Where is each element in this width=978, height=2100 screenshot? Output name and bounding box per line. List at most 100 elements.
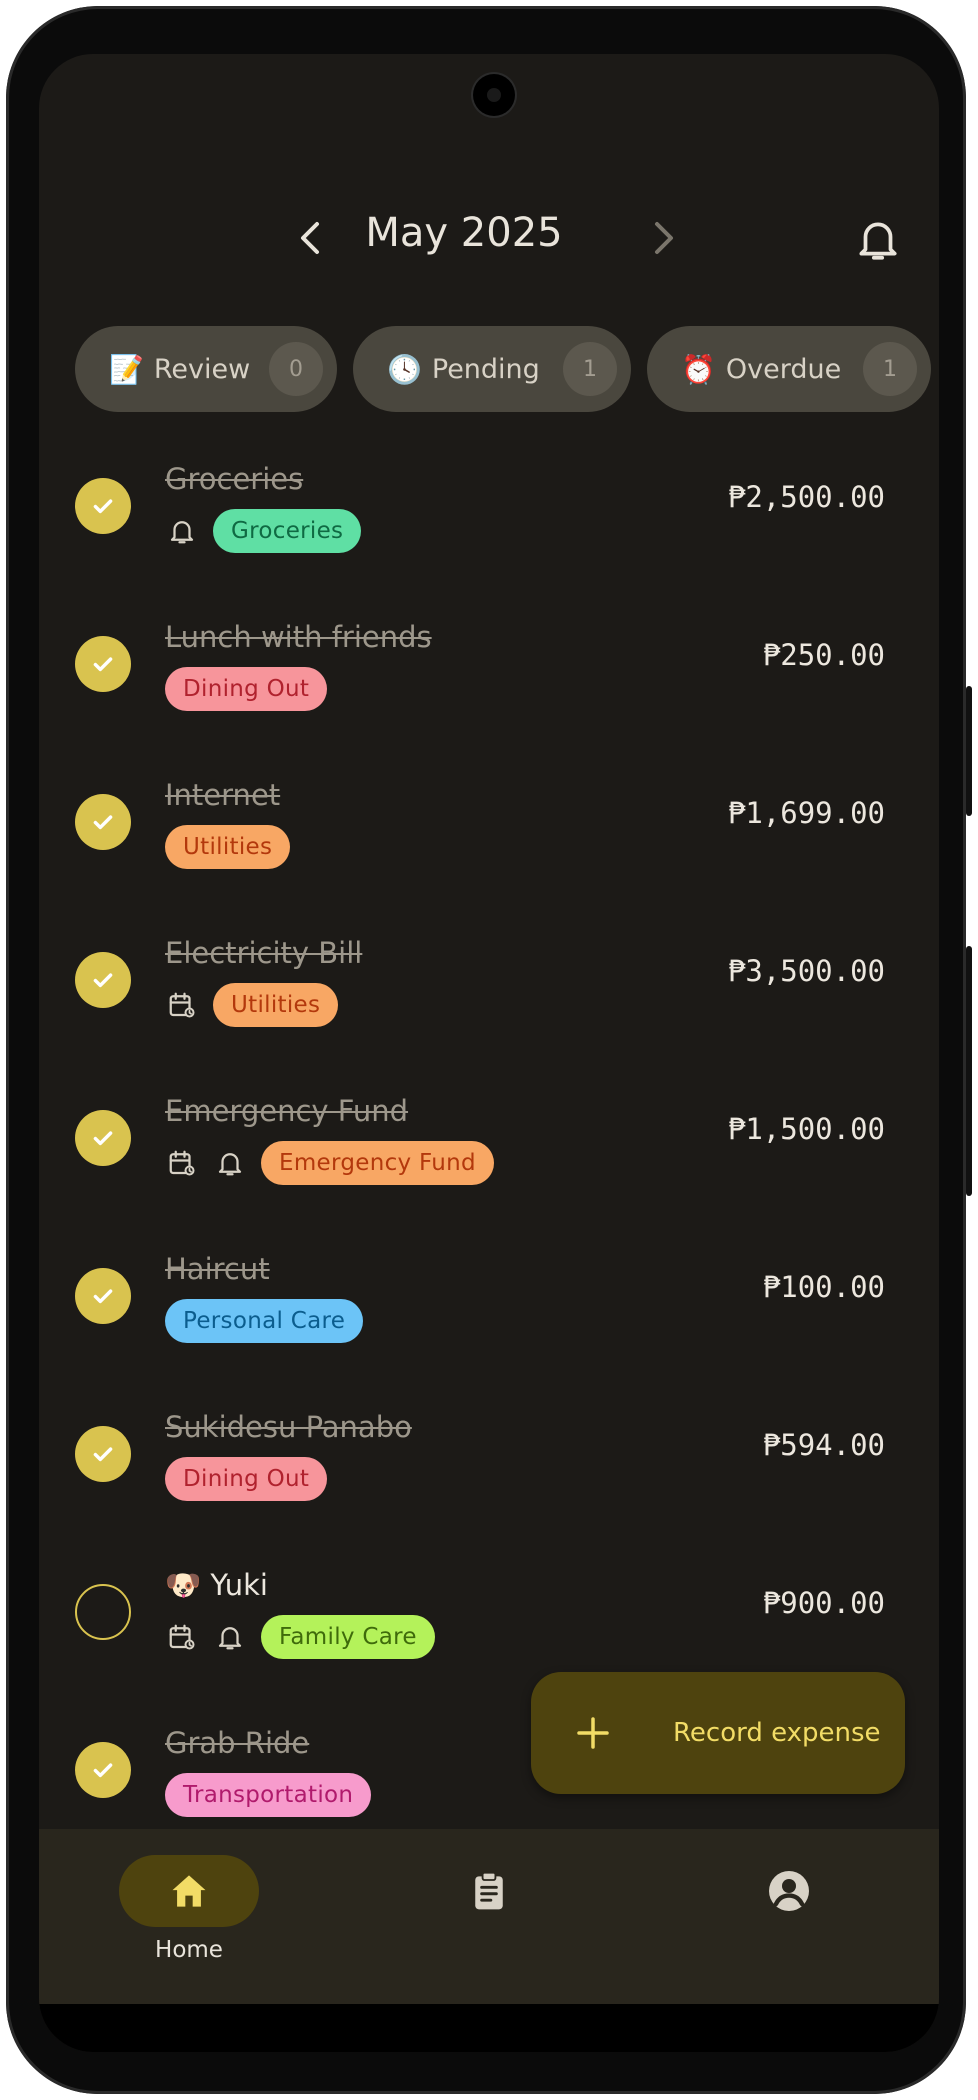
nav-home[interactable]: Home: [119, 1855, 259, 1975]
expense-amount: ₱1,500.00: [727, 1112, 885, 1146]
expense-checkbox[interactable]: [75, 1426, 131, 1482]
filter-label: Overdue: [725, 353, 842, 385]
expense-checkbox[interactable]: [75, 636, 131, 692]
expense-title: Groceries: [165, 462, 304, 496]
calendar-repeat-icon: [165, 1620, 199, 1654]
next-month-button[interactable]: [639, 214, 687, 262]
expense-checkbox[interactable]: [75, 1742, 131, 1798]
nav-records-indicator: [419, 1855, 559, 1927]
filter-count: 0: [269, 342, 323, 396]
filter-review[interactable]: 📝 Review 0: [75, 326, 337, 412]
expense-title: Emergency Fund: [165, 1094, 409, 1128]
memo-icon: 📝: [109, 352, 144, 386]
checkmark-icon: [93, 499, 113, 514]
bell-icon: [859, 222, 897, 260]
bell-icon: [213, 1146, 247, 1180]
category-tag: Groceries: [213, 509, 362, 553]
category-tag: Personal Care: [165, 1299, 364, 1343]
system-bar: [39, 2004, 939, 2052]
category-tag: Family Care: [261, 1615, 435, 1659]
expense-amount: ₱900.00: [762, 1586, 885, 1620]
calendar-repeat-icon: [165, 988, 199, 1022]
nav-records[interactable]: [419, 1855, 559, 1975]
expense-meta: Transportation: [165, 1772, 372, 1818]
app-screen: May 2025 📝 Review 0 🕓 Pending 1 ⏰ Overdu…: [39, 54, 939, 2052]
expense-meta: Emergency Fund: [165, 1140, 494, 1186]
power-button: [966, 686, 972, 816]
calendar-repeat-icon: [165, 1146, 199, 1180]
filter-count: 1: [563, 342, 617, 396]
expense-meta: Utilities: [165, 982, 339, 1028]
expense-row[interactable]: Groceries Groceries ₱2,500.00: [39, 456, 939, 614]
expense-meta: Groceries: [165, 508, 362, 554]
expense-meta: Dining Out: [165, 1456, 328, 1502]
phone-frame: May 2025 📝 Review 0 🕓 Pending 1 ⏰ Overdu…: [6, 6, 972, 2094]
bell-icon: [213, 1620, 247, 1654]
category-tag: Emergency Fund: [261, 1141, 494, 1185]
expense-row[interactable]: Sukidesu Panabo Dining Out ₱594.00: [39, 1404, 939, 1562]
nav-home-indicator: [119, 1855, 259, 1927]
nav-home-label: Home: [155, 1937, 223, 1963]
category-tag: Utilities: [213, 983, 339, 1027]
expense-meta: Family Care: [165, 1614, 435, 1660]
status-filters: 📝 Review 0 🕓 Pending 1 ⏰ Overdue 1: [39, 326, 939, 414]
nav-account[interactable]: [719, 1855, 859, 1975]
filter-count: 1: [863, 342, 917, 396]
expense-checkbox[interactable]: [75, 1584, 131, 1640]
bottom-navigation: Home: [39, 1829, 939, 2004]
front-camera: [473, 74, 515, 116]
expense-meta: Utilities: [165, 824, 291, 870]
category-tag: Dining Out: [165, 1457, 328, 1501]
expense-row[interactable]: Emergency Fund Emergency Fund ₱1,500.00: [39, 1088, 939, 1246]
clipboard-icon: [475, 1871, 503, 1910]
expense-row[interactable]: Electricity Bill Utilities ₱3,500.00: [39, 930, 939, 1088]
filter-overdue[interactable]: ⏰ Overdue 1: [647, 326, 931, 412]
account-icon: [769, 1871, 809, 1911]
home-icon: [172, 1875, 206, 1907]
filter-label: Review: [153, 353, 251, 385]
month-title: May 2025: [365, 210, 563, 256]
checkmark-icon: [93, 1289, 113, 1304]
month-header: May 2025: [39, 204, 939, 274]
filter-label: Pending: [431, 353, 540, 385]
alarm-clock-icon: ⏰: [681, 352, 716, 386]
volume-button: [966, 946, 972, 1196]
expense-row[interactable]: Haircut Personal Care ₱100.00: [39, 1246, 939, 1404]
expense-checkbox[interactable]: [75, 478, 131, 534]
expense-title: Electricity Bill: [165, 936, 363, 970]
expense-amount: ₱1,699.00: [727, 796, 885, 830]
expense-checkbox[interactable]: [75, 1110, 131, 1166]
expense-row[interactable]: Internet Utilities ₱1,699.00: [39, 772, 939, 930]
expense-checkbox[interactable]: [75, 794, 131, 850]
expense-title: Sukidesu Panabo: [165, 1410, 412, 1444]
clock-icon: 🕓: [387, 352, 422, 386]
expense-title: Grab Ride: [165, 1726, 310, 1760]
expense-title: 🐶 Yuki: [165, 1568, 268, 1602]
category-tag: Dining Out: [165, 667, 328, 711]
expense-title: Haircut: [165, 1252, 270, 1286]
expense-checkbox[interactable]: [75, 1268, 131, 1324]
expense-amount: ₱250.00: [762, 638, 885, 672]
checkmark-icon: [93, 973, 113, 988]
checkmark-icon: [93, 657, 113, 672]
expense-title: Lunch with friends: [165, 620, 432, 654]
filter-pending[interactable]: 🕓 Pending 1: [353, 326, 631, 412]
plus-icon: [577, 1717, 609, 1749]
checkmark-icon: [93, 815, 113, 830]
prev-month-button[interactable]: [287, 214, 335, 262]
notifications-button[interactable]: [853, 214, 903, 264]
expense-amount: ₱2,500.00: [727, 480, 885, 514]
expense-row[interactable]: Lunch with friends Dining Out ₱250.00: [39, 614, 939, 772]
record-expense-button[interactable]: Record expense: [531, 1672, 905, 1794]
checkmark-icon: [93, 1447, 113, 1462]
expense-amount: ₱594.00: [762, 1428, 885, 1462]
category-tag: Utilities: [165, 825, 291, 869]
expense-meta: Dining Out: [165, 666, 328, 712]
bell-icon: [165, 514, 199, 548]
category-tag: Transportation: [165, 1773, 372, 1817]
expense-meta: Personal Care: [165, 1298, 364, 1344]
expense-amount: ₱100.00: [762, 1270, 885, 1304]
chevron-right-icon: [655, 222, 673, 254]
expense-checkbox[interactable]: [75, 952, 131, 1008]
expense-title: Internet: [165, 778, 281, 812]
